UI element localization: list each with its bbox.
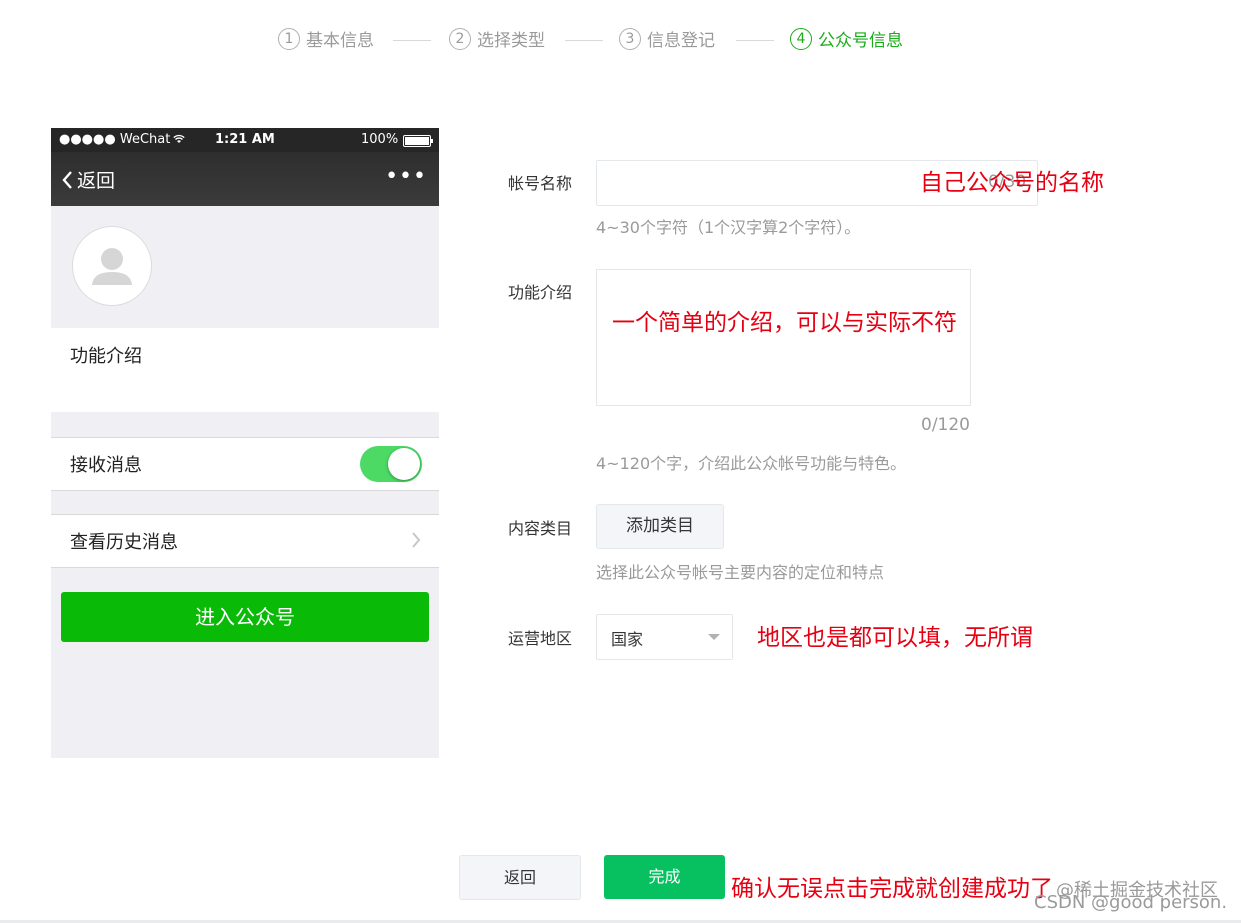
- phone-intro-label: 功能介绍: [70, 346, 142, 367]
- user-placeholder-icon: [92, 248, 132, 285]
- region-select-value: 国家: [611, 630, 644, 649]
- carrier-text: ●●●●● WeChat: [59, 132, 185, 147]
- avatar-area: [51, 206, 439, 328]
- battery-icon: [403, 135, 433, 147]
- intro-hint: 4~120个字，介绍此公众帐号功能与特色。: [596, 454, 907, 473]
- wifi-icon: [173, 134, 185, 143]
- step-label: 选择类型: [477, 31, 545, 51]
- step-divider: [393, 40, 431, 41]
- phone-intro-block: 功能介绍: [51, 328, 439, 412]
- history-messages-row[interactable]: 查看历史消息: [51, 514, 439, 568]
- step-number: 2: [449, 27, 471, 50]
- chevron-left-icon: [62, 170, 72, 189]
- battery-text: 100%: [361, 132, 399, 147]
- step-label: 信息登记: [647, 31, 715, 51]
- step-1: 1 基本信息: [278, 26, 374, 51]
- avatar: [72, 226, 152, 306]
- enter-account-button[interactable]: 进入公众号: [61, 592, 429, 642]
- annotation-intro: 一个简单的介绍，可以与实际不符: [612, 310, 957, 336]
- csdn-watermark: CSDN @good person.: [1034, 892, 1228, 913]
- phone-preview: ●●●●● WeChat 1:21 AM 100% 返回 ••• 功能介绍 接收…: [51, 128, 439, 758]
- step-number: 3: [619, 27, 641, 50]
- step-number: 1: [278, 27, 300, 50]
- finish-button[interactable]: 完成: [604, 855, 725, 899]
- step-3: 3 信息登记: [619, 26, 715, 51]
- annotation-finish: 确认无误点击完成就创建成功了: [731, 876, 1053, 902]
- more-icon[interactable]: •••: [385, 166, 427, 188]
- annotation-name: 自己公众号的名称: [920, 170, 1104, 196]
- step-4: 4 公众号信息: [790, 26, 903, 51]
- chevron-right-icon: [412, 532, 421, 548]
- step-number: 4: [790, 27, 812, 50]
- account-name-hint: 4~30个字符（1个汉字算2个字符）。: [596, 218, 861, 237]
- clock-text: 1:21 AM: [215, 132, 275, 147]
- phone-nav-bar: 返回 •••: [51, 152, 439, 206]
- intro-counter: 0/120: [921, 415, 970, 435]
- phone-back-label: 返回: [77, 170, 116, 192]
- annotation-region: 地区也是都可以填，无所谓: [757, 625, 1033, 651]
- category-hint: 选择此公众号帐号主要内容的定位和特点: [596, 563, 885, 582]
- region-label: 运营地区: [508, 629, 573, 648]
- region-select[interactable]: 国家: [596, 614, 733, 660]
- step-label: 基本信息: [306, 31, 374, 51]
- add-category-button[interactable]: 添加类目: [596, 504, 724, 549]
- history-messages-label: 查看历史消息: [70, 532, 178, 553]
- intro-textarea[interactable]: [596, 269, 971, 406]
- chevron-down-icon: [708, 634, 720, 640]
- back-button[interactable]: 返回: [459, 855, 581, 900]
- step-2: 2 选择类型: [449, 26, 545, 51]
- toggle-knob: [388, 448, 420, 480]
- account-name-label: 帐号名称: [508, 174, 573, 193]
- status-bar: ●●●●● WeChat 1:21 AM 100%: [51, 128, 439, 152]
- category-label: 内容类目: [508, 519, 573, 538]
- step-label: 公众号信息: [818, 31, 903, 51]
- phone-back-button[interactable]: 返回: [61, 166, 115, 193]
- receive-messages-toggle[interactable]: [360, 446, 422, 482]
- step-divider: [565, 40, 603, 41]
- step-progress: 1 基本信息 2 选择类型 3 信息登记 4 公众号信息: [0, 26, 1241, 54]
- step-divider: [736, 40, 774, 41]
- receive-messages-label: 接收消息: [70, 455, 142, 476]
- intro-label: 功能介绍: [508, 283, 573, 302]
- receive-messages-row: 接收消息: [51, 437, 439, 491]
